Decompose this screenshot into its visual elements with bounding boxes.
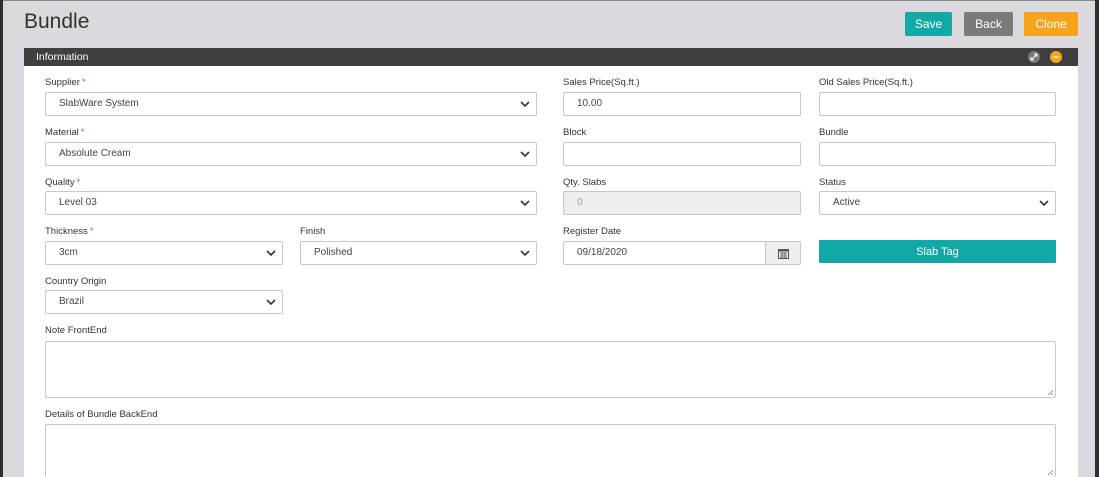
note-frontend-textarea[interactable] [45, 341, 1056, 398]
register-date-label: Register Date [563, 226, 622, 237]
calendar-icon [777, 248, 789, 259]
chevron-down-icon [1039, 200, 1049, 207]
information-panel: Information Supplier * SlabWare System Ma… [24, 48, 1078, 477]
supplier-select[interactable]: SlabWare System [45, 92, 537, 116]
supplier-value: SlabWare System [59, 98, 139, 109]
slab-tag-button[interactable]: Slab Tag [819, 240, 1056, 263]
bundle-label: Bundle [819, 127, 849, 138]
chevron-down-icon [266, 250, 276, 257]
details-backend-label: Details of Bundle BackEnd [45, 409, 158, 420]
material-label: Material * [45, 127, 85, 138]
country-origin-select[interactable]: Brazil [45, 290, 283, 314]
status-label: Status [819, 177, 846, 188]
material-label-text: Material [45, 127, 79, 138]
register-date-input[interactable]: 09/18/2020 [563, 241, 801, 265]
material-value: Absolute Cream [59, 148, 131, 159]
quality-label-text: Quality [45, 177, 75, 188]
back-button[interactable]: Back [964, 12, 1013, 36]
status-select[interactable]: Active [819, 191, 1056, 215]
chevron-down-icon [520, 151, 530, 158]
chevron-down-icon [520, 101, 530, 108]
bundle-input[interactable] [819, 142, 1056, 166]
block-label: Block [563, 127, 587, 138]
resize-grip-icon[interactable] [1046, 468, 1054, 476]
country-origin-label: Country Origin [45, 276, 107, 287]
old-sales-price-input[interactable] [819, 92, 1056, 116]
thickness-label-text: Thickness [45, 226, 88, 237]
finish-select[interactable]: Polished [300, 241, 537, 265]
thickness-select[interactable]: 3cm [45, 241, 283, 265]
chevron-down-icon [520, 250, 530, 257]
qty-slabs-input: 0 [563, 191, 801, 215]
finish-value: Polished [314, 247, 353, 258]
window-right-edge [1095, 0, 1099, 477]
sales-price-label: Sales Price(Sq.ft.) [563, 77, 640, 88]
window-top-edge [0, 0, 1099, 1]
required-marker: * [89, 226, 94, 237]
old-sales-price-label: Old Sales Price(Sq.ft.) [819, 77, 913, 88]
resize-grip-icon[interactable] [1046, 388, 1054, 396]
required-marker: * [76, 177, 81, 188]
details-backend-textarea[interactable] [45, 424, 1056, 477]
country-origin-value: Brazil [59, 296, 85, 307]
quality-label: Quality * [45, 177, 80, 188]
thickness-label: Thickness * [45, 226, 93, 237]
required-marker: * [80, 127, 85, 138]
chevron-down-icon [266, 299, 276, 306]
panel-title: Information [36, 51, 89, 63]
page-title: Bundle [24, 10, 90, 33]
note-frontend-label: Note FrontEnd [45, 325, 107, 336]
clone-button[interactable]: Clone [1024, 12, 1078, 36]
quality-select[interactable]: Level 03 [45, 191, 537, 215]
supplier-label-text: Supplier [45, 77, 80, 88]
collapse-icon[interactable] [1050, 51, 1062, 63]
required-marker: * [81, 77, 86, 88]
window-left-edge [0, 0, 3, 477]
quality-value: Level 03 [59, 197, 97, 208]
qty-slabs-label: Qty. Slabs [563, 177, 607, 188]
material-select[interactable]: Absolute Cream [45, 142, 537, 166]
status-value: Active [833, 197, 861, 208]
panel-header: Information [24, 48, 1078, 66]
finish-label: Finish [300, 226, 326, 237]
supplier-label: Supplier * [45, 77, 86, 88]
chevron-down-icon [520, 200, 530, 207]
sales-price-input[interactable]: 10.00 [563, 92, 801, 116]
expand-icon[interactable] [1028, 51, 1040, 63]
date-picker-button[interactable] [765, 242, 800, 264]
register-date-value: 09/18/2020 [577, 247, 628, 258]
thickness-value: 3cm [59, 247, 78, 258]
block-input[interactable] [563, 142, 801, 166]
save-button[interactable]: Save [905, 12, 952, 36]
